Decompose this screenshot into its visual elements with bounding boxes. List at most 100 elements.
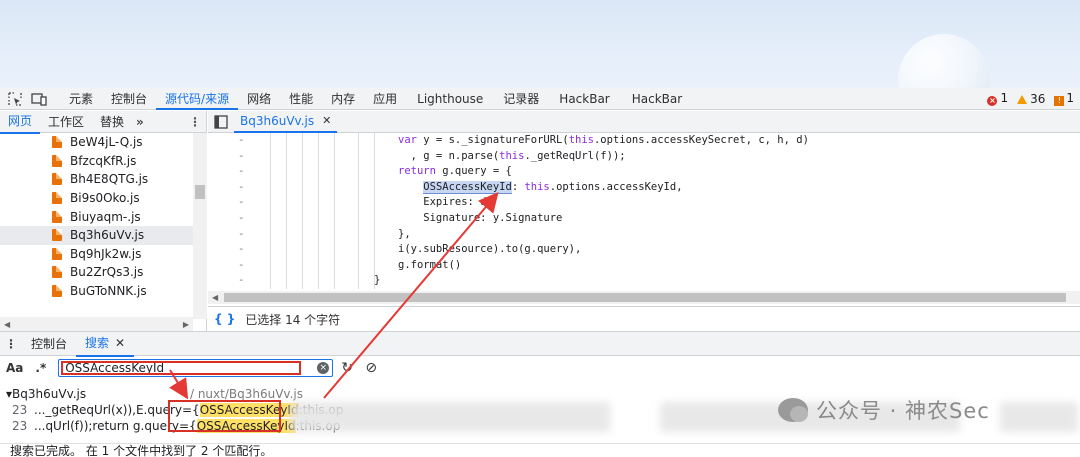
toolbar-tab[interactable]: 性能 — [280, 88, 322, 110]
gutter-marker[interactable]: - — [238, 242, 248, 258]
drawer-tab-search[interactable]: 搜索 ✕ — [76, 331, 135, 357]
scroll-left-icon[interactable]: ◀ — [4, 320, 10, 329]
nav-tab-overrides[interactable]: 替换 — [92, 111, 132, 133]
drawer-tabs: ⋮ 控制台 搜索 ✕ — [0, 331, 1080, 357]
nav-menu-icon[interactable]: ⋮ — [188, 115, 202, 129]
sources-panel: 网页 工作区 替换 » ⋮ BeW4jL-Q.js BfzcqKfR.js Bh4E… — [0, 111, 1080, 331]
file-tree-item[interactable]: Bh4E8QTG.js — [0, 170, 193, 189]
nav-more-icon[interactable]: » — [136, 115, 144, 129]
code-line: - i(y.subResource).to(g.query), — [208, 242, 1080, 258]
regex-toggle[interactable]: .* — [35, 361, 46, 375]
nav-tab-workspace[interactable]: 工作区 — [40, 111, 92, 133]
editor-hscrollbar[interactable]: ◀ — [208, 291, 1080, 304]
editor-tab-file[interactable]: Bq3h6uVv.js ✕ — [234, 111, 338, 133]
toolbar-tab[interactable]: 源代码/来源 — [156, 88, 239, 110]
toolbar-tab[interactable]: 控制台 — [102, 88, 156, 110]
gutter-marker[interactable]: - — [238, 195, 248, 211]
file-tree-item[interactable]: Bq3h6uVv.js — [0, 225, 193, 245]
scrollbar-thumb[interactable] — [224, 293, 1066, 302]
file-tree-scrollbar[interactable] — [193, 133, 207, 319]
drawer-menu-icon[interactable]: ⋮ — [0, 337, 22, 351]
code-text: var y = s._signatureForURL(this.options.… — [398, 134, 809, 146]
devtools-toolbar: 元素 控制台 源代码/来源 网络 性能 内存 应用 Lighthouse 记录器 HackBar H… — [0, 88, 1080, 110]
error-count[interactable]: × 1 — [987, 91, 1008, 106]
js-file-icon — [52, 173, 62, 186]
toolbar-tab[interactable]: 内存 — [322, 88, 364, 110]
scroll-left-icon[interactable]: ◀ — [212, 293, 218, 302]
editor-tabs: Bq3h6uVv.js ✕ — [208, 111, 1080, 133]
gutter-marker[interactable]: - — [238, 133, 248, 149]
code-line: -}, — [208, 227, 1080, 243]
code-line: - var y = s._signatureForURL(this.options… — [208, 133, 1080, 149]
close-tab-icon[interactable]: ✕ — [322, 114, 331, 127]
gutter-marker[interactable]: - — [238, 227, 248, 243]
file-tree-item[interactable]: Bi9s0Oko.js — [0, 189, 193, 208]
file-tree-item[interactable]: BeW4jL-Q.js — [0, 133, 193, 152]
cancel-search-icon[interactable]: ⊘ — [361, 359, 381, 377]
code-text: Signature: y.Signature — [398, 211, 563, 224]
drawer-tab-search-label: 搜索 — [85, 335, 110, 350]
drawer-tab-console[interactable]: 控制台 — [22, 332, 76, 356]
toggle-navigator-icon[interactable] — [214, 114, 228, 129]
toolbar-tab[interactable]: 网络 — [238, 88, 280, 110]
code-text: g.format() — [398, 258, 462, 271]
gutter-marker[interactable]: - — [238, 211, 248, 227]
issue-count[interactable]: ! 1 — [1054, 91, 1074, 106]
close-search-icon[interactable]: ✕ — [115, 336, 125, 350]
code-text: OSSAccessKeyId: this.options.accessKeyId… — [423, 180, 683, 194]
toolbar-tab[interactable]: Lighthouse — [406, 88, 494, 110]
watermark: 公众号 · 神农Sec — [778, 395, 990, 425]
gutter-marker[interactable]: - — [238, 258, 248, 274]
file-tree-item[interactable]: Bq9hJk2w.js — [0, 245, 193, 264]
toolbar-tab[interactable]: 记录器 — [494, 88, 548, 110]
nav-tab-page[interactable]: 网页 — [0, 110, 41, 134]
result-file-path: / nuxt/Bq3h6uVv.js — [189, 387, 303, 401]
code-text: } — [374, 274, 381, 287]
navigator-tabs: 网页 工作区 替换 » ⋮ — [0, 110, 206, 134]
file-tree-item[interactable]: BuGToNNK.js — [0, 282, 193, 301]
watermark-text: 公众号 · 神农Sec — [816, 399, 990, 423]
file-tree-hscrollbar[interactable]: ◀ ▶ — [0, 317, 193, 331]
gutter-marker[interactable]: - — [238, 149, 248, 165]
file-name: BuGToNNK.js — [70, 284, 147, 299]
js-file-icon — [52, 285, 62, 298]
code-text: Expires: d, — [398, 196, 493, 209]
file-tree-item[interactable]: Biuyaqm-.js — [0, 207, 193, 226]
annotation-box — [168, 400, 281, 432]
refresh-icon[interactable]: ↻ — [337, 359, 357, 377]
file-name: BfzcqKfR.js — [70, 153, 137, 168]
code-line: - Expires: d, — [208, 195, 1080, 211]
gutter-marker[interactable]: - — [238, 164, 248, 180]
file-name: BeW4jL-Q.js — [70, 135, 143, 150]
inspect-element-icon[interactable] — [6, 90, 24, 108]
code-text: i(y.subResource).to(g.query), — [398, 243, 582, 256]
toolbar-tab[interactable]: HackBar — [548, 88, 620, 110]
file-name: Bh4E8QTG.js — [70, 172, 149, 187]
code-line: - return g.query = { — [208, 164, 1080, 180]
page-banner — [0, 0, 1080, 88]
issue-icon: ! — [1054, 96, 1065, 106]
result-file-name: Bq3h6uVv.js — [12, 387, 87, 401]
line-number: 23 — [12, 403, 28, 417]
toolbar-tab[interactable]: 应用 — [364, 88, 406, 110]
warning-count[interactable]: 36 — [1017, 92, 1045, 106]
toolbar-tab[interactable]: HackBar — [621, 88, 693, 110]
search-input[interactable] — [61, 361, 302, 375]
toolbar-tab[interactable]: 元素 — [60, 88, 102, 110]
match-case-toggle[interactable]: Aa — [6, 361, 23, 375]
js-file-icon — [52, 247, 62, 260]
file-tree-item[interactable]: Bu2ZrQs3.js — [0, 263, 193, 282]
code-text: , g = n.parse(this._getReqUrl(f)); — [398, 149, 626, 162]
js-file-icon — [52, 192, 62, 205]
editor-status-bar: { } 已选择 14 个字符 — [208, 306, 1080, 331]
gutter-marker[interactable]: - — [238, 273, 248, 289]
js-file-icon — [52, 136, 62, 149]
scroll-right-icon[interactable]: ▶ — [183, 320, 189, 329]
clear-search-icon[interactable]: × — [317, 362, 330, 374]
scrollbar-thumb[interactable] — [195, 185, 205, 199]
code-view[interactable]: - var y = s._signatureForURL(this.options… — [208, 133, 1080, 289]
device-toggle-icon[interactable] — [30, 90, 48, 108]
gutter-marker[interactable]: - — [238, 180, 248, 196]
pretty-print-icon[interactable]: { } — [214, 312, 235, 326]
file-tree-item[interactable]: BfzcqKfR.js — [0, 152, 193, 171]
